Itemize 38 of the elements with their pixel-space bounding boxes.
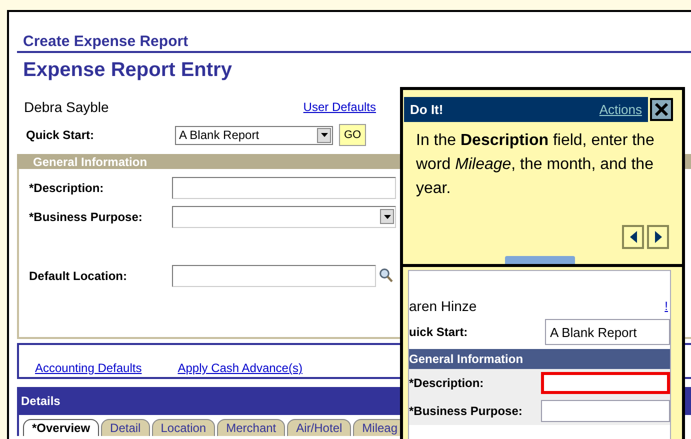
do-it-title: Do It! [410,102,444,117]
tab[interactable]: Merchant [217,419,286,436]
user-defaults-link[interactable]: User Defaults [303,100,376,114]
tab[interactable]: Mileag [353,419,403,436]
employee-name: Debra Sayble [24,99,109,115]
previous-button[interactable] [622,225,644,249]
field-label: *Business Purpose: [409,404,524,418]
section-header: General Information [409,349,670,369]
tab[interactable]: Air/Hotel [287,419,352,436]
field-label: *Description: [409,376,485,390]
quick-start-field: A Blank Report [545,319,670,345]
link-fragment: ! [664,299,668,313]
next-button[interactable] [647,225,669,249]
actions-link[interactable]: Actions [599,102,642,117]
search-icon[interactable] [379,268,393,283]
employee-name: aren Hinze [409,298,477,314]
business-purpose-dropdown[interactable] [172,206,396,228]
text-field[interactable] [172,176,396,198]
close-button[interactable] [650,98,673,121]
tab[interactable]: *Overview [23,419,100,436]
breadcrumb-title: Create Expense Report [17,33,691,53]
left-arrow-icon[interactable] [630,231,636,243]
page-title: Expense Report Entry [22,58,233,83]
page-link[interactable]: Apply Cash Advance(s) [178,361,302,375]
close-icon[interactable] [654,102,669,117]
quick-start-dropdown[interactable]: A Blank Report [175,126,333,144]
field-label: Default Location: [29,268,128,282]
resize-handle[interactable] [505,256,575,264]
field-label: *Description: [29,180,105,194]
quick-start-label: Quick Start: [26,128,96,142]
field-label: *Business Purpose: [29,210,144,224]
tab[interactable]: Location [152,419,216,436]
text-field[interactable] [172,264,376,286]
go-button[interactable]: GO [339,124,366,146]
tab[interactable]: Detail [101,419,150,436]
page-link[interactable]: Accounting Defaults [35,361,142,375]
quick-start-label: uick Start: [409,325,469,339]
right-arrow-icon[interactable] [654,231,662,243]
